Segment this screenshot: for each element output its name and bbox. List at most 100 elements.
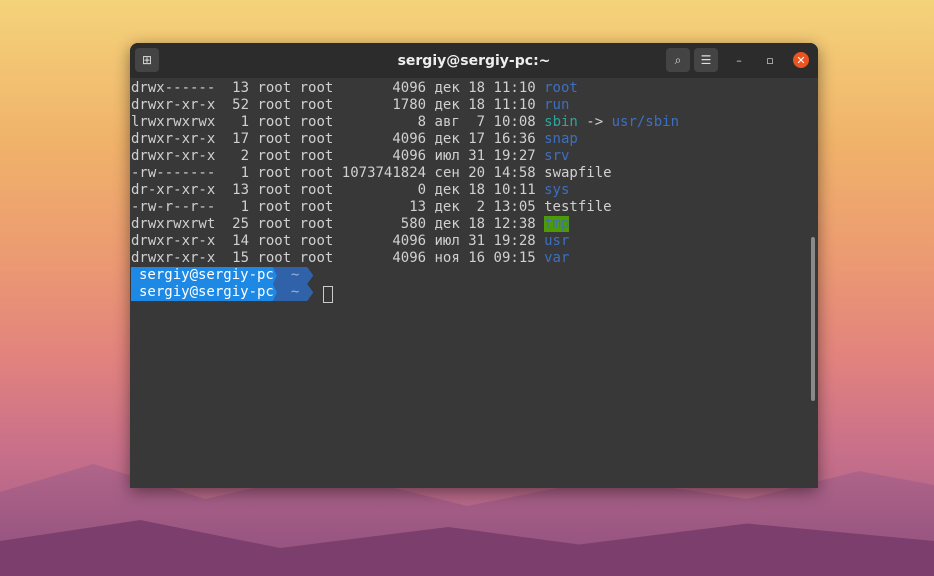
shell-prompt: sergiy@sergiy-pc ~ (131, 267, 679, 284)
time: 12:38 (493, 216, 536, 232)
listing-row: drwx------ 13 root root 4096 дек 18 11:1… (131, 80, 679, 97)
owner: root (257, 182, 292, 198)
listing-row: drwxr-xr-x 15 root root 4096 ноя 16 09:1… (131, 250, 679, 267)
day: 18 (468, 216, 486, 232)
day: 17 (468, 131, 486, 147)
listing-row: -rw------- 1 root root 1073741824 сен 20… (131, 165, 679, 182)
text-cursor (323, 286, 334, 303)
file-size: 1780 (392, 97, 427, 113)
group: root (299, 216, 334, 232)
file-name: sys (544, 182, 570, 198)
title-bar[interactable]: ⊞ sergiy@sergiy-pc:~ ⌕ ☰ – ▫ ✕ (130, 43, 818, 78)
file-name: snap (544, 131, 578, 147)
file-name: run (544, 97, 570, 113)
owner: root (257, 148, 292, 164)
owner: root (257, 199, 292, 215)
file-size: 4096 (392, 250, 427, 266)
menu-button[interactable]: ☰ (694, 48, 718, 72)
file-size: 4096 (392, 233, 427, 249)
owner: root (257, 216, 292, 232)
new-tab-button[interactable]: ⊞ (135, 48, 159, 72)
link-count: 2 (240, 148, 250, 164)
permissions: drwxr-xr-x (131, 148, 216, 164)
time: 10:08 (493, 114, 536, 130)
time: 16:36 (493, 131, 536, 147)
month: дек (434, 182, 460, 198)
month: сен (434, 165, 460, 181)
file-name: root (544, 80, 578, 96)
link-count: 1 (240, 114, 250, 130)
link-count: 25 (232, 216, 250, 232)
day: 16 (468, 250, 486, 266)
hamburger-menu-icon: ☰ (700, 53, 712, 67)
time: 19:28 (493, 233, 536, 249)
file-size: 4096 (392, 131, 427, 147)
listing-row: dr-xr-xr-x 13 root root 0 дек 18 10:11 s… (131, 182, 679, 199)
month: июл (434, 233, 460, 249)
file-size: 4096 (392, 148, 427, 164)
link-count: 1 (240, 199, 250, 215)
permissions: -rw------- (131, 165, 216, 181)
link-count: 17 (232, 131, 250, 147)
group: root (299, 131, 334, 147)
time: 11:10 (493, 97, 536, 113)
file-size: 8 (417, 114, 427, 130)
day: 31 (468, 148, 486, 164)
group: root (299, 114, 334, 130)
file-size: 580 (400, 216, 427, 232)
search-button[interactable]: ⌕ (666, 48, 690, 72)
month: дек (434, 131, 460, 147)
permissions: drwx------ (131, 80, 216, 96)
prompt-directory: ~ (272, 267, 314, 284)
permissions: drwxr-xr-x (131, 233, 216, 249)
month: авг (434, 114, 460, 130)
permissions: drwxrwxrwt (131, 216, 216, 232)
file-size: 13 (409, 199, 427, 215)
group: root (299, 148, 334, 164)
minimize-icon: – (736, 53, 742, 67)
link-count: 13 (232, 80, 250, 96)
day: 18 (468, 80, 486, 96)
day: 20 (468, 165, 486, 181)
file-name: srv (544, 148, 570, 164)
terminal-window: ⊞ sergiy@sergiy-pc:~ ⌕ ☰ – ▫ ✕ drwx-----… (130, 43, 818, 488)
permissions: drwxr-xr-x (131, 97, 216, 113)
link-count: 1 (240, 165, 250, 181)
file-size: 0 (417, 182, 427, 198)
owner: root (257, 165, 292, 181)
listing-row: drwxr-xr-x 52 root root 1780 дек 18 11:1… (131, 97, 679, 114)
file-name: swapfile (544, 165, 612, 181)
listing-row: -rw-r--r-- 1 root root 13 дек 2 13:05 te… (131, 199, 679, 216)
listing-row: drwxrwxrwt 25 root root 580 дек 18 12:38… (131, 216, 679, 233)
close-icon: ✕ (796, 53, 806, 67)
permissions: -rw-r--r-- (131, 199, 216, 215)
window-title: sergiy@sergiy-pc:~ (397, 52, 551, 69)
minimize-button[interactable]: – (731, 52, 747, 68)
permissions: drwxr-xr-x (131, 250, 216, 266)
permissions: dr-xr-xr-x (131, 182, 216, 198)
group: root (299, 199, 334, 215)
month: ноя (434, 250, 460, 266)
search-icon: ⌕ (674, 52, 682, 67)
shell-prompt: sergiy@sergiy-pc ~ (131, 284, 679, 303)
day: 2 (476, 199, 486, 215)
group: root (299, 233, 334, 249)
time: 11:10 (493, 80, 536, 96)
prompt-user-host: sergiy@sergiy-pc (131, 284, 282, 301)
month: дек (434, 216, 460, 232)
close-button[interactable]: ✕ (793, 52, 809, 68)
group: root (299, 165, 334, 181)
owner: root (257, 80, 292, 96)
maximize-button[interactable]: ▫ (762, 52, 778, 68)
listing-row: lrwxrwxrwx 1 root root 8 авг 7 10:08 sbi… (131, 114, 679, 131)
scrollbar-thumb[interactable] (811, 237, 815, 401)
terminal-output[interactable]: drwx------ 13 root root 4096 дек 18 11:1… (131, 80, 679, 303)
day: 7 (476, 114, 486, 130)
group: root (299, 97, 334, 113)
group: root (299, 250, 334, 266)
permissions: lrwxrwxrwx (131, 114, 216, 130)
link-arrow: -> (586, 114, 604, 130)
file-name: tmp (544, 216, 570, 232)
owner: root (257, 131, 292, 147)
time: 09:15 (493, 250, 536, 266)
